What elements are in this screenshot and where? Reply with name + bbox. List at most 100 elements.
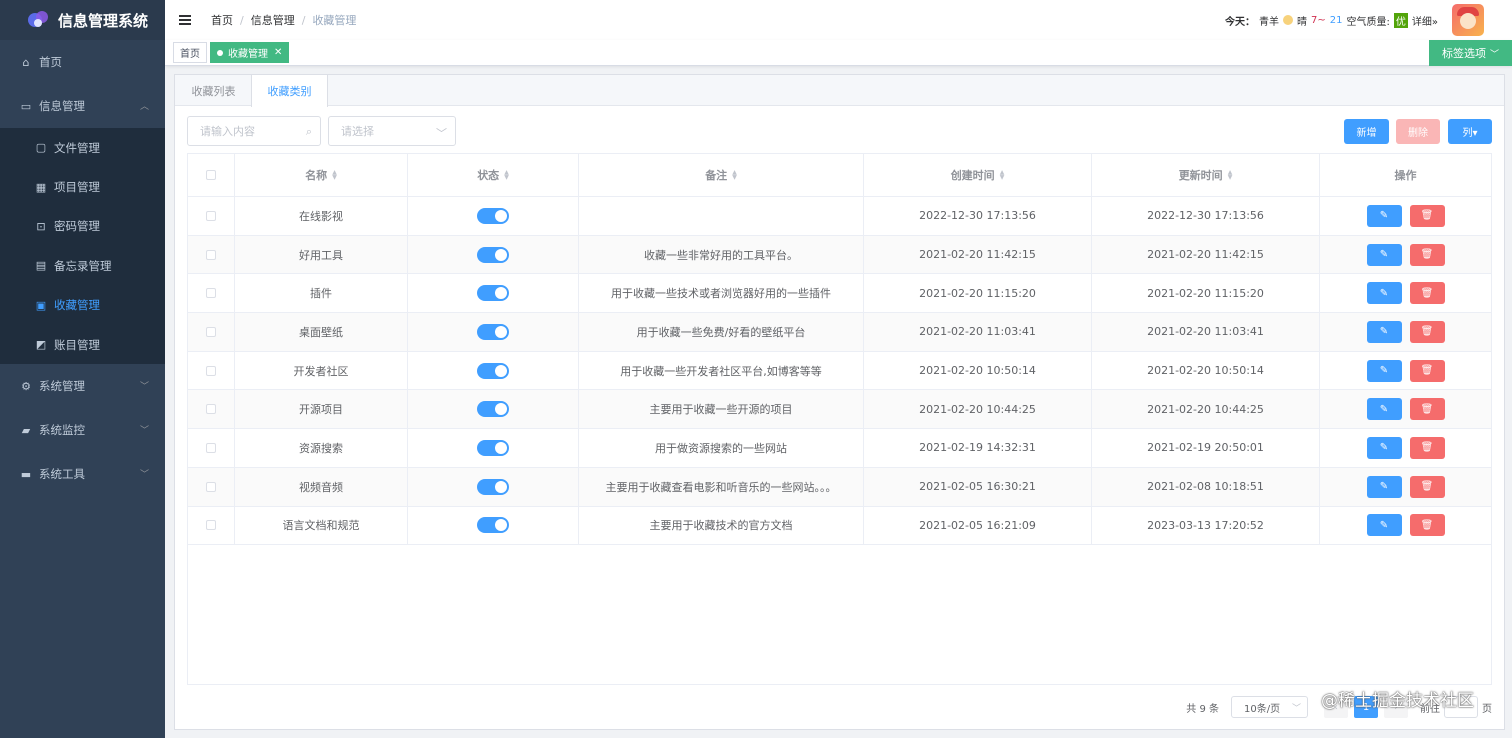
cell-created: 2021-02-20 10:44:25 bbox=[864, 390, 1092, 429]
col-updated[interactable]: 更新时间 ▲ ▼ bbox=[1092, 154, 1320, 196]
chevron-down-icon: ﹀ bbox=[139, 426, 149, 437]
search-placeholder: 请输入内容 bbox=[200, 125, 255, 138]
edit-icon[interactable]: ✎ bbox=[1366, 398, 1402, 421]
status-toggle[interactable] bbox=[477, 439, 509, 456]
status-toggle[interactable] bbox=[477, 285, 509, 302]
col-name[interactable]: 名称 ▲ ▼ bbox=[235, 154, 408, 196]
menu-item-info-mgmt[interactable]: ▭ 信息管理 ︿ bbox=[0, 84, 165, 128]
tags-options-button[interactable]: 标签选项 ﹀ bbox=[1429, 40, 1512, 66]
menu-item-sys-mgmt[interactable]: ⚙ 系统管理 ﹀ bbox=[0, 364, 165, 408]
sidebar-item-project[interactable]: ▦ 项目管理 bbox=[0, 167, 165, 206]
trash-icon[interactable]: 🗑 bbox=[1409, 436, 1445, 459]
status-toggle[interactable] bbox=[477, 323, 509, 340]
tag-current[interactable]: 收藏管理 ✕ bbox=[210, 42, 290, 63]
table-body: 在线影视 2022-12-30 17:13:56 2022-12-30 17:13:… bbox=[188, 197, 1491, 546]
sub-label: 项目管理 bbox=[54, 180, 100, 195]
row-checkbox[interactable] bbox=[206, 249, 216, 260]
hamburger-icon[interactable] bbox=[179, 15, 191, 25]
col-created[interactable]: 创建时间 ▲ ▼ bbox=[864, 154, 1092, 196]
status-select[interactable]: 请选择 ﹀ bbox=[328, 116, 456, 146]
cell-created: 2021-02-05 16:21:09 bbox=[864, 506, 1092, 545]
sidebar-item-file[interactable]: ▢ 文件管理 bbox=[0, 128, 165, 167]
edit-icon[interactable]: ✎ bbox=[1366, 514, 1402, 537]
edit-icon[interactable]: ✎ bbox=[1366, 436, 1402, 459]
edit-icon[interactable]: ✎ bbox=[1366, 320, 1402, 343]
sort-icon[interactable]: ▲ ▼ bbox=[1228, 170, 1233, 181]
sidebar-item-account[interactable]: ◩ 账目管理 bbox=[0, 325, 165, 364]
status-toggle[interactable] bbox=[477, 401, 509, 418]
tab-bookmark-list[interactable]: 收藏列表 bbox=[175, 75, 252, 106]
logo[interactable]: 信息管理系统 bbox=[0, 0, 165, 40]
col-status[interactable]: 状态 ▲ ▼ bbox=[408, 154, 579, 196]
col-note[interactable]: 备注 ▲ ▼ bbox=[579, 154, 864, 196]
edit-icon[interactable]: ✎ bbox=[1366, 475, 1402, 498]
search-input[interactable]: 请输入内容 ⌕ bbox=[187, 116, 321, 146]
trash-icon[interactable]: 🗑 bbox=[1409, 514, 1445, 537]
row-checkbox[interactable] bbox=[206, 326, 216, 337]
breadcrumb-item[interactable]: 信息管理 bbox=[251, 12, 295, 28]
cell-note: 用于收藏一些开发者社区平台,如博客等等 bbox=[579, 351, 864, 390]
cell-updated: 2021-02-20 11:42:15 bbox=[1092, 235, 1320, 274]
chart-icon: ◩ bbox=[35, 338, 47, 352]
row-checkbox[interactable] bbox=[206, 210, 216, 221]
row-checkbox[interactable] bbox=[206, 520, 216, 531]
select-placeholder: 请选择 bbox=[341, 125, 374, 138]
status-toggle[interactable] bbox=[477, 246, 509, 263]
trash-icon[interactable]: 🗑 bbox=[1409, 282, 1445, 305]
add-button[interactable]: 新增 bbox=[1344, 119, 1389, 144]
menu-item-sys-monitor[interactable]: ▰ 系统监控 ﹀ bbox=[0, 408, 165, 452]
header-right: 今天： 青羊 晴 7~ 21 空气质量: 优 详细» bbox=[1225, 0, 1484, 40]
close-icon[interactable]: ✕ bbox=[274, 47, 282, 58]
page-size-label: 10条/页 bbox=[1244, 703, 1281, 715]
logo-icon bbox=[26, 9, 50, 31]
sort-icon[interactable]: ▲ ▼ bbox=[732, 170, 737, 181]
weather-text: 晴 bbox=[1297, 16, 1308, 28]
menu-item-sys-tools[interactable]: ▬ 系统工具 ﹀ bbox=[0, 452, 165, 496]
page-size-select[interactable]: 10条/页 ﹀ bbox=[1231, 696, 1308, 718]
cell-status bbox=[408, 390, 579, 429]
edit-icon[interactable]: ✎ bbox=[1366, 243, 1402, 266]
row-checkbox[interactable] bbox=[206, 365, 216, 376]
cell-status bbox=[408, 197, 579, 235]
status-toggle[interactable] bbox=[477, 362, 509, 379]
tag-home[interactable]: 首页 bbox=[173, 42, 207, 63]
trash-icon[interactable]: 🗑 bbox=[1409, 398, 1445, 421]
weather-detail-link[interactable]: 详细» bbox=[1412, 13, 1438, 28]
cell-status bbox=[408, 429, 579, 467]
row-checkbox[interactable] bbox=[206, 404, 216, 415]
cell-name: 开源项目 bbox=[235, 390, 408, 429]
trash-icon[interactable]: 🗑 bbox=[1409, 204, 1445, 227]
row-checkbox[interactable] bbox=[206, 442, 216, 453]
edit-icon[interactable]: ✎ bbox=[1366, 359, 1402, 382]
row-checkbox[interactable] bbox=[206, 481, 216, 492]
select-all-checkbox[interactable] bbox=[206, 170, 216, 180]
status-toggle[interactable] bbox=[477, 517, 509, 534]
row-select-cell bbox=[188, 429, 235, 467]
tab-bookmark-category[interactable]: 收藏类别 bbox=[251, 75, 328, 107]
sidebar-item-memo[interactable]: ▤ 备忘录管理 bbox=[0, 246, 165, 285]
trash-icon[interactable]: 🗑 bbox=[1409, 475, 1445, 498]
breadcrumb-item[interactable]: 首页 bbox=[211, 12, 233, 28]
sort-icon[interactable]: ▲ ▼ bbox=[504, 170, 509, 181]
sidebar-item-bookmark[interactable]: ▣ 收藏管理 bbox=[0, 286, 165, 325]
trash-icon[interactable]: 🗑 bbox=[1409, 359, 1445, 382]
delete-button[interactable]: 删除 bbox=[1396, 119, 1440, 144]
sort-icon[interactable]: ▲ ▼ bbox=[1000, 170, 1005, 181]
cell-updated: 2021-02-20 11:15:20 bbox=[1092, 274, 1320, 313]
header-label: 更新时间 bbox=[1178, 169, 1223, 182]
sidebar-item-password[interactable]: ⊡ 密码管理 bbox=[0, 207, 165, 246]
avatar[interactable] bbox=[1452, 4, 1484, 36]
sort-icon[interactable]: ▲ ▼ bbox=[332, 170, 337, 181]
cell-updated: 2021-02-20 10:50:14 bbox=[1092, 351, 1320, 390]
edit-icon[interactable]: ✎ bbox=[1366, 204, 1402, 227]
status-toggle[interactable] bbox=[477, 207, 509, 224]
trash-icon[interactable]: 🗑 bbox=[1409, 320, 1445, 343]
columns-button[interactable]: 列▾ bbox=[1448, 119, 1492, 144]
status-toggle[interactable] bbox=[477, 478, 509, 495]
menu-item-home[interactable]: ⌂ 首页 bbox=[0, 40, 165, 84]
row-checkbox[interactable] bbox=[206, 288, 216, 299]
trash-icon[interactable]: 🗑 bbox=[1409, 243, 1445, 266]
archive-icon: ▭ bbox=[20, 99, 32, 113]
cell-actions: ✎ 🗑 bbox=[1320, 197, 1491, 235]
edit-icon[interactable]: ✎ bbox=[1366, 282, 1402, 305]
